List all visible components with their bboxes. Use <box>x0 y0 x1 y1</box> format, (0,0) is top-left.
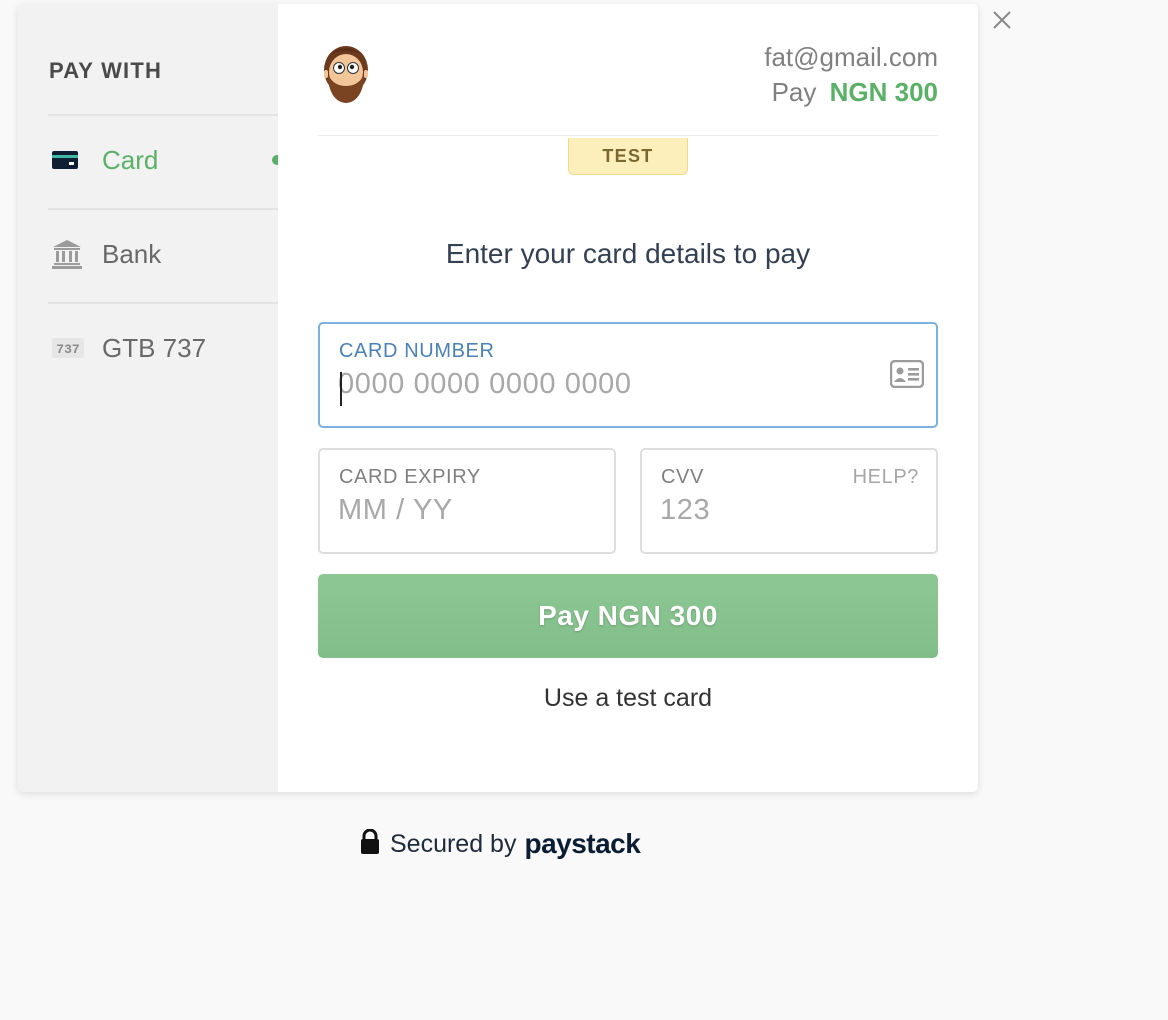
payment-method-sidebar: PAY WITH Card Bank 737 GTB 737 <box>18 4 282 792</box>
pay-prefix: Pay <box>771 77 817 107</box>
secured-by-footer: Secured by paystack <box>360 828 641 860</box>
ussd-737-icon: 737 <box>52 330 88 366</box>
form-heading: Enter your card details to pay <box>445 238 811 269</box>
cvv-input[interactable] <box>660 494 910 527</box>
bank-icon <box>52 236 88 272</box>
merchant-avatar <box>320 42 372 109</box>
cvv-help-link[interactable]: HELP? <box>853 466 919 489</box>
secured-text: Secured by <box>390 829 517 858</box>
card-type-icon <box>889 359 925 393</box>
pay-amount-line: Pay NGN 300 <box>772 77 938 108</box>
pay-amount: NGN 300 <box>829 77 938 107</box>
card-expiry-field[interactable]: CARD EXPIRY <box>318 448 616 554</box>
payment-form-panel: fat@gmail.com Pay NGN 300 TEST Enter you… <box>278 4 978 792</box>
sidebar-item-label: GTB 737 <box>102 332 207 363</box>
pay-button[interactable]: Pay NGN 300 <box>318 574 938 658</box>
text-cursor <box>340 372 342 406</box>
checkout-modal: PAY WITH Card Bank 737 GTB 737 fat@gmail… <box>18 4 978 792</box>
credit-card-icon <box>52 142 88 178</box>
sidebar-item-label: Bank <box>102 238 162 269</box>
card-number-label: CARD NUMBER <box>339 340 495 362</box>
sidebar-item-card[interactable]: Card <box>48 114 282 206</box>
paystack-logo: paystack <box>524 828 641 859</box>
sidebar-item-bank[interactable]: Bank <box>48 208 278 300</box>
card-expiry-label: CARD EXPIRY <box>339 466 481 488</box>
close-icon[interactable] <box>990 8 1014 32</box>
test-mode-badge: TEST <box>568 138 688 175</box>
lock-icon <box>360 828 380 860</box>
customer-email: fat@gmail.com <box>764 42 938 72</box>
use-test-card-link[interactable]: Use a test card <box>278 684 978 713</box>
card-number-input[interactable] <box>338 368 858 401</box>
sidebar-title: PAY WITH <box>49 58 163 83</box>
card-number-field[interactable]: CARD NUMBER <box>318 322 938 428</box>
sidebar-item-ussd[interactable]: 737 GTB 737 <box>48 302 278 394</box>
sidebar-item-label: Card <box>102 144 159 175</box>
header-divider <box>318 135 938 136</box>
card-expiry-input[interactable] <box>338 494 588 527</box>
cvv-label: CVV <box>661 466 704 488</box>
ussd-icon-text: 737 <box>56 342 79 357</box>
cvv-field[interactable]: CVV HELP? <box>640 448 938 554</box>
